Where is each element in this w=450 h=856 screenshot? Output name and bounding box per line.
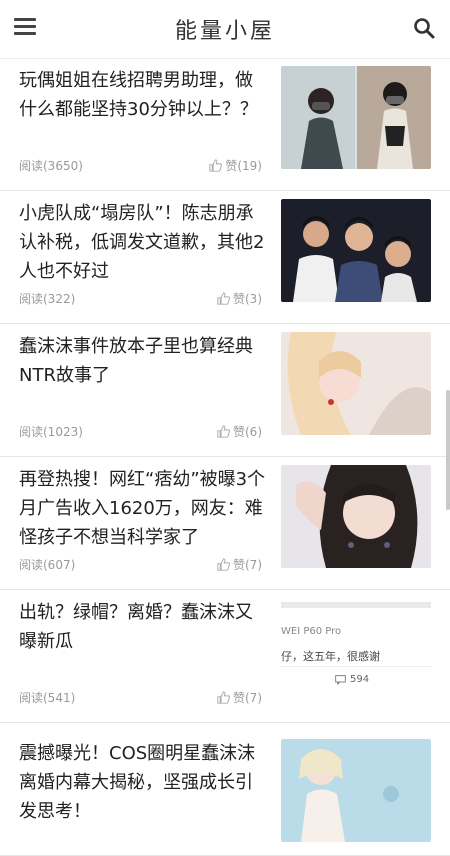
article-thumbnail[interactable] xyxy=(281,739,431,842)
like-count: 赞(7) xyxy=(233,558,262,572)
thumbs-up-icon xyxy=(217,292,230,305)
article-title[interactable]: 小虎队成“塌房队”！陈志朋承认补税，低调发文道歉，其他2人也不好过 xyxy=(19,199,267,286)
article-title[interactable]: 出轨？绿帽？离婚？蠢沫沫又曝新瓜 xyxy=(19,598,267,656)
article-thumbnail[interactable] xyxy=(281,465,431,568)
article-item[interactable]: 蠢沫沫事件放本子里也算经典NTR故事了 阅读(1023) 赞(6) xyxy=(0,324,450,457)
article-item[interactable]: 震撼曝光！COS圈明星蠢沫沫离婚内幕大揭秘，坚强成长引发思考！ xyxy=(0,723,450,856)
read-count: 阅读(1023) xyxy=(19,425,83,439)
like-count: 赞(6) xyxy=(233,425,262,439)
article-thumbnail[interactable] xyxy=(281,332,431,435)
app-header: 能量小屋 xyxy=(0,0,450,59)
article-item[interactable]: 小虎队成“塌房队”！陈志朋承认补税，低调发文道歉，其他2人也不好过 阅读(322… xyxy=(0,191,450,324)
thumbs-up-icon xyxy=(217,425,230,438)
article-thumbnail[interactable]: WEI P60 Pro 仔，这五年，很感谢 594 xyxy=(281,598,431,701)
like-button[interactable]: 赞(6) xyxy=(217,423,262,440)
article-title[interactable]: 玩偶姐姐在线招聘男助理，做什么都能坚持30分钟以上？？ xyxy=(19,66,267,124)
like-count: 赞(7) xyxy=(233,691,262,705)
menu-icon[interactable] xyxy=(14,18,36,38)
like-button[interactable]: 赞(3) xyxy=(217,290,262,307)
read-count: 阅读(541) xyxy=(19,691,76,705)
like-button[interactable]: 赞(7) xyxy=(217,689,262,706)
article-title[interactable]: 震撼曝光！COS圈明星蠢沫沫离婚内幕大揭秘，坚强成长引发思考！ xyxy=(19,739,267,826)
comment-count: 594 xyxy=(350,674,370,685)
article-item[interactable]: 玩偶姐姐在线招聘男助理，做什么都能坚持30分钟以上？？ 阅读(3650) 赞(1… xyxy=(0,58,450,191)
thumbs-up-icon xyxy=(217,691,230,704)
like-button[interactable]: 赞(7) xyxy=(217,556,262,573)
article-item[interactable]: 再登热搜！网红“痞幼”被曝3个月广告收入1620万，网友：难怪孩子不想当科学家了… xyxy=(0,457,450,590)
thumbs-up-icon xyxy=(217,558,230,571)
comment-icon xyxy=(335,674,346,685)
article-title[interactable]: 蠢沫沫事件放本子里也算经典NTR故事了 xyxy=(19,332,267,390)
article-title[interactable]: 再登热搜！网红“痞幼”被曝3个月广告收入1620万，网友：难怪孩子不想当科学家了 xyxy=(19,465,267,552)
like-button[interactable]: 赞(19) xyxy=(209,157,262,174)
article-thumbnail[interactable] xyxy=(281,66,431,169)
thumb-caption: WEI P60 Pro xyxy=(281,626,342,637)
like-count: 赞(19) xyxy=(225,159,262,173)
read-count: 阅读(322) xyxy=(19,292,76,306)
article-thumbnail[interactable] xyxy=(281,199,431,302)
read-count: 阅读(3650) xyxy=(19,159,83,173)
scrollbar[interactable] xyxy=(446,390,450,510)
thumb-caption: 仔，这五年，很感谢 xyxy=(281,650,380,663)
read-count: 阅读(607) xyxy=(19,558,76,572)
search-icon[interactable] xyxy=(412,16,436,40)
thumbs-up-icon xyxy=(209,159,223,172)
like-count: 赞(3) xyxy=(233,292,262,306)
article-item[interactable]: 出轨？绿帽？离婚？蠢沫沫又曝新瓜 阅读(541) 赞(7) WEI P60 Pr… xyxy=(0,590,450,723)
site-title: 能量小屋 xyxy=(174,19,275,44)
article-list: 玩偶姐姐在线招聘男助理，做什么都能坚持30分钟以上？？ 阅读(3650) 赞(1… xyxy=(0,58,450,856)
